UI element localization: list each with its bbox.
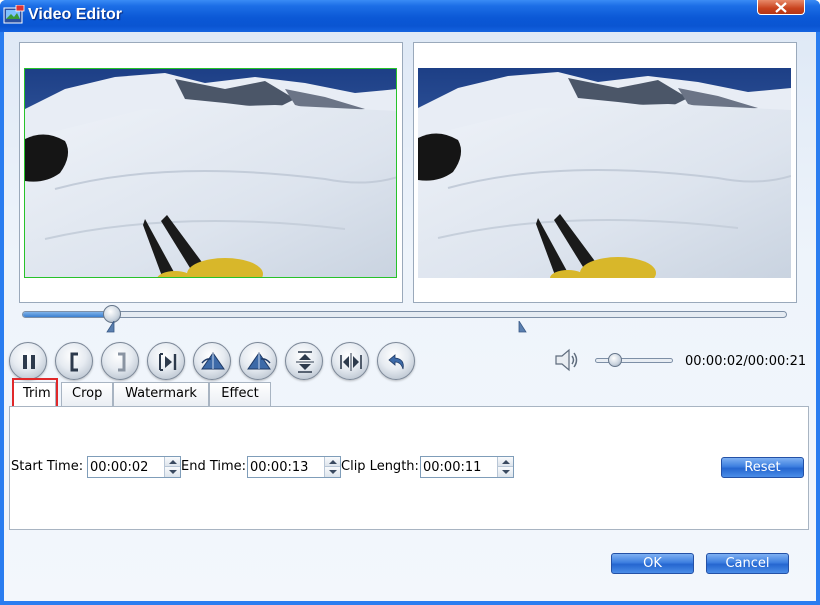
tab-label: Crop [72, 386, 103, 401]
start-time-input[interactable] [88, 457, 164, 477]
flip-horizontal-button[interactable] [331, 342, 369, 380]
seek-progress [23, 312, 112, 317]
tab-label: Trim [23, 386, 51, 401]
title-bar[interactable]: Video Editor [0, 0, 820, 32]
clip-length-label: Clip Length: [341, 459, 419, 474]
clip-length-input[interactable] [421, 457, 497, 477]
end-time-input[interactable] [248, 457, 324, 477]
window-title: Video Editor [28, 6, 122, 23]
arrow-up-icon [169, 460, 177, 464]
spin-up-button[interactable] [165, 457, 180, 467]
tab-trim[interactable]: Trim [12, 382, 56, 407]
set-end-button[interactable] [101, 342, 139, 380]
end-time-spinner[interactable] [324, 457, 340, 477]
flip-horizontal-icon [340, 353, 362, 371]
output-video-frame [418, 68, 791, 278]
pause-icon [23, 355, 35, 369]
spin-down-button[interactable] [325, 467, 340, 477]
arrow-up-icon [329, 460, 337, 464]
flip-vertical-button[interactable] [285, 342, 323, 380]
right-bracket-icon [118, 352, 126, 372]
arrow-up-icon [502, 460, 510, 464]
spin-up-button[interactable] [325, 457, 340, 467]
set-start-button[interactable] [55, 342, 93, 380]
volume-thumb[interactable] [608, 353, 622, 367]
close-button[interactable] [757, 0, 805, 15]
rotate-left-icon [201, 352, 225, 370]
end-time-label: End Time: [181, 459, 247, 474]
start-time-field[interactable] [87, 456, 181, 478]
undo-button[interactable] [377, 342, 415, 380]
editor-client-area: 00:00:02/00:00:21 Trim Crop Watermark Ef… [4, 32, 816, 601]
volume-slider[interactable] [595, 358, 673, 363]
tab-crop[interactable]: Crop [61, 382, 113, 406]
flip-vertical-icon [296, 351, 314, 373]
start-time-label: Start Time: [11, 459, 84, 474]
end-time-field[interactable] [247, 456, 341, 478]
rotate-right-icon [247, 352, 271, 370]
trim-start-marker[interactable] [106, 321, 116, 333]
app-icon [3, 5, 25, 24]
ski-video-image [418, 68, 791, 278]
ski-video-image [25, 69, 396, 277]
ok-button[interactable]: OK [611, 553, 694, 574]
arrow-down-icon [169, 470, 177, 474]
left-bracket-icon [70, 352, 78, 372]
arrow-down-icon [502, 470, 510, 474]
spin-down-button[interactable] [165, 467, 180, 477]
spin-up-button[interactable] [498, 457, 513, 467]
original-video-frame [24, 68, 397, 278]
cancel-button[interactable]: Cancel [706, 553, 789, 574]
tab-label: Effect [221, 386, 259, 401]
tab-watermark[interactable]: Watermark [113, 382, 209, 406]
rotate-right-button[interactable] [239, 342, 277, 380]
seek-bar[interactable] [22, 311, 787, 318]
start-time-spinner[interactable] [164, 457, 180, 477]
step-forward-icon [159, 353, 177, 371]
reset-button[interactable]: Reset [721, 457, 804, 478]
output-preview [413, 42, 797, 303]
tab-effect[interactable]: Effect [209, 382, 271, 406]
clip-length-spinner[interactable] [497, 457, 513, 477]
next-frame-button[interactable] [147, 342, 185, 380]
original-preview [19, 42, 403, 303]
pause-button[interactable] [9, 342, 47, 380]
video-editor-window: Video Editor 00:00:02/00:00:21 Trim Crop… [0, 0, 820, 605]
close-icon [775, 2, 787, 13]
speaker-icon[interactable] [554, 348, 580, 372]
time-readout: 00:00:02/00:00:21 [685, 354, 807, 369]
arrow-down-icon [329, 470, 337, 474]
clip-length-field[interactable] [420, 456, 514, 478]
trim-end-marker[interactable] [517, 321, 527, 333]
tab-label: Watermark [125, 386, 197, 401]
spin-down-button[interactable] [498, 467, 513, 477]
rotate-left-button[interactable] [193, 342, 231, 380]
undo-icon [388, 354, 404, 370]
